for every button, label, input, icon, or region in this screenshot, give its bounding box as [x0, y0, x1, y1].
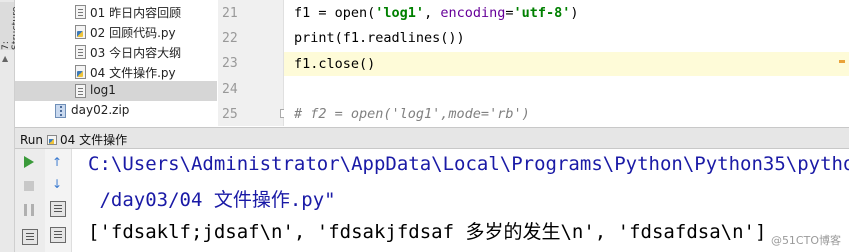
warning-marker[interactable]: [839, 60, 845, 63]
pause-button[interactable]: [20, 201, 38, 219]
line-number: 22: [222, 31, 238, 46]
python-file-icon: [47, 135, 58, 145]
stop-button[interactable]: [20, 177, 38, 195]
tree-item-label: log1: [90, 83, 116, 97]
line-number: 23: [222, 56, 238, 71]
left-tool-strip: 7: Structure ▲: [0, 0, 21, 252]
code-line: f1.close(): [294, 56, 376, 72]
structure-tab[interactable]: 7: Structure: [0, 2, 21, 50]
arrow-up-icon: ↑: [52, 155, 63, 169]
scroll-up-button[interactable]: ↑: [48, 153, 66, 171]
soft-wrap-icon: [50, 201, 66, 217]
text-file-icon: [75, 5, 86, 19]
run-panel-header: Run 04 文件操作: [15, 127, 849, 149]
watermark: @51CTO博客: [770, 234, 841, 247]
line-number: 25: [222, 107, 238, 122]
play-icon: [24, 156, 34, 168]
tree-item-label: day02.zip: [71, 103, 130, 117]
console-output-line: ['fdsaklf;jdsaf\n', 'fdsakjfdsaf 多岁的发生\n…: [88, 221, 767, 243]
run-toolbar: [15, 149, 46, 252]
layout-icon: [22, 229, 38, 245]
rerun-button[interactable]: [20, 153, 38, 171]
tree-item-label: 02 回顾代码.py: [90, 26, 176, 40]
tree-item[interactable]: 04 文件操作.py: [15, 62, 217, 82]
run-panel-title: Run 04 文件操作: [20, 131, 127, 148]
scroll-down-button[interactable]: ↓: [48, 175, 66, 193]
run-label: Run: [20, 133, 44, 147]
tree-item-label: 03 今日内容大纲: [90, 46, 182, 60]
console-path-line: /day03/04 文件操作.py": [88, 189, 336, 211]
code-line: print(f1.readlines()): [294, 30, 465, 46]
code-line: f1 = open('log1', encoding='utf-8'): [294, 5, 579, 21]
line-number: 21: [222, 6, 238, 21]
tree-item-selected[interactable]: log1: [15, 81, 217, 101]
tree-item[interactable]: 03 今日内容大纲: [15, 42, 217, 62]
tree-item-label: 01 昨日内容回顾: [90, 6, 182, 20]
print-button[interactable]: [48, 225, 66, 243]
run-config-name[interactable]: 04 文件操作: [60, 133, 127, 147]
text-file-icon: [75, 45, 86, 59]
stop-icon: [24, 181, 34, 191]
zip-file-icon: [55, 104, 66, 118]
line-number: 24: [222, 82, 238, 97]
code-line-comment: # f2 = open('log1',mode='rb'): [294, 106, 530, 122]
code-editor[interactable]: f1 = open('log1', encoding='utf-8') prin…: [284, 0, 849, 126]
print-icon: [50, 227, 66, 243]
tree-item[interactable]: 02 回顾代码.py: [15, 22, 217, 42]
tree-item[interactable]: day02.zip: [15, 101, 217, 121]
soft-wrap-button[interactable]: [48, 199, 66, 217]
text-file-icon: [75, 84, 86, 98]
run-toolbar-secondary: ↑ ↓: [45, 149, 72, 252]
arrow-down-icon: ↓: [52, 177, 63, 191]
tree-item-label: 04 文件操作.py: [90, 66, 176, 80]
editor-gutter: 21 22 23 24 25: [218, 0, 289, 126]
tree-item[interactable]: 01 昨日内容回顾: [15, 2, 217, 22]
python-file-icon: [75, 65, 86, 79]
strip-arrow-icon[interactable]: ▲: [2, 54, 8, 63]
console-path-line[interactable]: C:\Users\Administrator\AppData\Local\Pro…: [88, 153, 849, 175]
run-console[interactable]: C:\Users\Administrator\AppData\Local\Pro…: [72, 149, 849, 252]
settings-button[interactable]: [20, 227, 38, 245]
pause-icon: [24, 204, 34, 216]
project-tree: 01 昨日内容回顾 02 回顾代码.py 03 今日内容大纲 04 文件操作.p…: [15, 0, 217, 126]
python-file-icon: [75, 25, 86, 39]
